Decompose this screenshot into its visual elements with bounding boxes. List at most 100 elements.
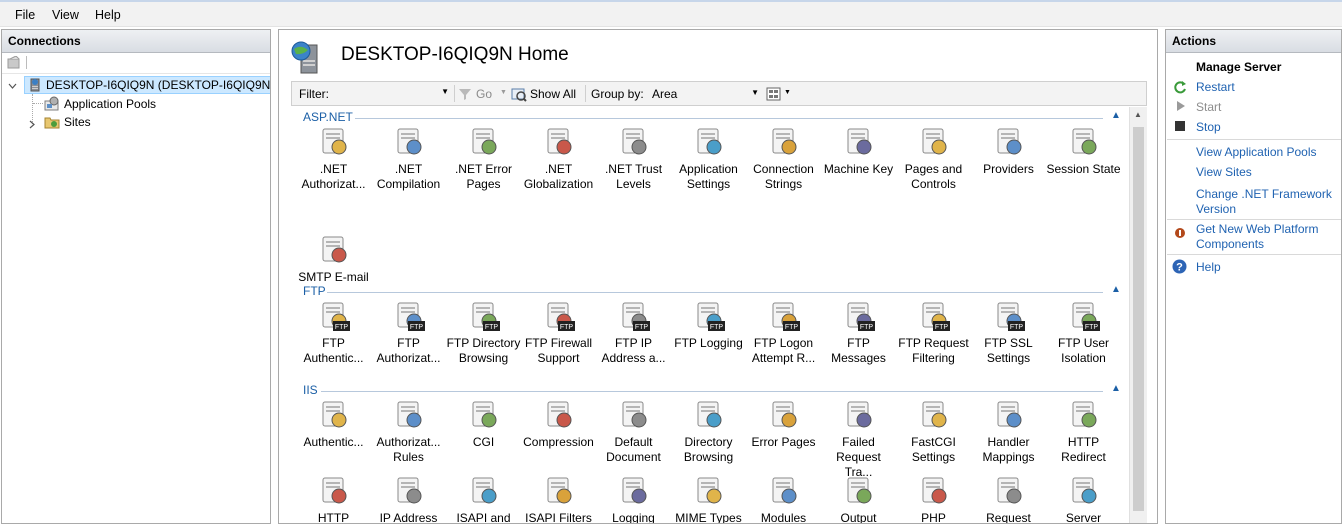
feature-ip-address[interactable]: IP Address — [371, 474, 446, 524]
page-title: DESKTOP-I6QIQ9N Home — [341, 44, 569, 65]
feature-handler-mappings[interactable]: Handler Mappings — [971, 398, 1046, 465]
feature-label: IP Address — [379, 511, 438, 524]
feature-ftp-authorization[interactable]: FTP FTP Authorizat... — [371, 299, 446, 366]
feature-label: FTP — [322, 336, 345, 350]
chevron-right-icon[interactable] — [28, 120, 37, 129]
directory-browsing-icon — [692, 398, 726, 432]
feature-providers[interactable]: Providers — [971, 125, 1046, 177]
feature-directory-browsing[interactable]: Directory Browsing — [671, 398, 746, 465]
feature-ftp-directory-browsing[interactable]: FTP FTP Directory Browsing — [446, 299, 521, 366]
feature-isapi-filters[interactable]: ISAPI Filters — [521, 474, 596, 523]
tree-server-node[interactable]: DESKTOP-I6QIQ9N (DESKTOP-I6QIQ9N\Sha — [24, 76, 270, 94]
isapi-cgi-restrictions-icon — [467, 474, 501, 508]
show-all-button[interactable]: Show All — [530, 87, 576, 101]
chevron-down-icon[interactable]: ▼ — [784, 89, 791, 96]
feature-ftp-ssl-settings[interactable]: FTP FTP SSL Settings — [971, 299, 1046, 366]
scrollbar-thumb[interactable] — [1133, 127, 1144, 511]
vertical-scrollbar[interactable]: ▲ — [1129, 107, 1147, 523]
feature-http-response-headers[interactable]: HTTP — [296, 474, 371, 523]
feature-pages-and-controls[interactable]: Pages and Controls — [896, 125, 971, 192]
feature-ftp-logging[interactable]: FTP FTP Logging — [671, 299, 746, 351]
feature-compression[interactable]: Compression — [521, 398, 596, 450]
chevron-down-icon[interactable]: ▼ — [751, 88, 759, 97]
feature-server-certificates[interactable]: Server — [1046, 474, 1121, 523]
feature-ftp-logon-attempt[interactable]: FTP FTP Logon Attempt R... — [746, 299, 821, 366]
svg-text:FTP: FTP — [634, 324, 648, 331]
chevron-down-icon[interactable] — [8, 82, 17, 91]
feature-net-compilation[interactable]: .NET Compilation — [371, 125, 446, 192]
feature-label: Filtering — [912, 351, 955, 365]
net-globalization-icon — [542, 125, 576, 159]
stop-link[interactable]: Stop — [1196, 120, 1221, 135]
group-by-select[interactable]: Area ▼ — [648, 85, 762, 102]
svg-text:FTP: FTP — [1084, 324, 1098, 331]
feature-failed-request-tracing[interactable]: Failed Request Tra... — [821, 398, 896, 480]
scroll-up-icon[interactable]: ▲ — [1134, 110, 1142, 119]
feature-default-document[interactable]: Default Document — [596, 398, 671, 465]
feature-cgi[interactable]: CGI — [446, 398, 521, 450]
restart-link[interactable]: Restart — [1196, 80, 1235, 95]
feature-php[interactable]: PHP — [896, 474, 971, 524]
go-button[interactable]: Go — [476, 87, 492, 101]
collapse-ftp-icon[interactable]: ▲ — [1111, 284, 1121, 295]
feature-machine-key[interactable]: Machine Key — [821, 125, 896, 177]
feature-net-error-pages[interactable]: .NET Error Pages — [446, 125, 521, 192]
view-icon[interactable] — [766, 86, 782, 102]
chevron-down-icon[interactable]: ▼ — [441, 87, 449, 96]
feature-net-globalization[interactable]: .NET Globalization — [521, 125, 596, 192]
start-link[interactable]: Start — [1196, 100, 1221, 115]
feature-label: PHP — [921, 511, 946, 524]
feature-ftp-firewall-support[interactable]: FTP FTP Firewall Support — [521, 299, 596, 366]
feature-logging[interactable]: Logging — [596, 474, 671, 523]
view-sites-link[interactable]: View Sites — [1196, 165, 1252, 180]
feature-label: Output — [840, 511, 877, 524]
feature-label: Address a... — [601, 351, 666, 365]
feature-net-trust-levels[interactable]: .NET Trust Levels — [596, 125, 671, 192]
feature-authentication[interactable]: Authentic... — [296, 398, 371, 450]
menu-file[interactable]: File — [15, 8, 35, 22]
feature-modules[interactable]: Modules — [746, 474, 821, 523]
feature-isapi-cgi-restrictions[interactable]: ISAPI and — [446, 474, 521, 523]
features-view: ASP.NET ▲ .NET Authorizat... .NET Compilati… — [291, 107, 1129, 524]
feature-ftp-ip-address[interactable]: FTP FTP IP Address a... — [596, 299, 671, 366]
change-framework-line2: Version — [1196, 202, 1237, 216]
feature-net-authorization[interactable]: .NET Authorizat... — [296, 125, 371, 192]
connect-icon[interactable] — [7, 56, 21, 70]
help-link[interactable]: Help — [1196, 260, 1221, 275]
change-framework-link[interactable]: Change .NET Framework Version — [1196, 187, 1332, 217]
feature-label: Strings — [764, 177, 803, 191]
feature-connection-strings[interactable]: Connection Strings — [746, 125, 821, 192]
sites-expander[interactable] — [28, 118, 37, 132]
menu-help[interactable]: Help — [95, 8, 121, 22]
feature-smtp-email[interactable]: SMTP E-mail — [296, 233, 371, 285]
feature-mime-types[interactable]: MIME Types — [671, 474, 746, 523]
view-app-pools-link[interactable]: View Application Pools — [1196, 145, 1317, 160]
collapse-iis-icon[interactable]: ▲ — [1111, 383, 1121, 394]
ftp-ssl-settings-icon: FTP — [992, 299, 1026, 333]
feature-ftp-messages[interactable]: FTP FTP Messages — [821, 299, 896, 366]
feature-authorization-rules[interactable]: Authorizat... Rules — [371, 398, 446, 465]
collapse-aspnet-icon[interactable]: ▲ — [1111, 110, 1121, 121]
ip-address-icon — [392, 474, 426, 508]
feature-label: CGI — [472, 435, 495, 449]
authentication-icon — [317, 398, 351, 432]
feature-http-redirect[interactable]: HTTP Redirect — [1046, 398, 1121, 465]
get-web-platform-link[interactable]: Get New Web Platform Components — [1196, 222, 1318, 252]
filter-input[interactable]: ▼ — [334, 85, 452, 102]
chevron-down-icon[interactable]: ▼ — [500, 89, 507, 96]
feature-ftp-request-filtering[interactable]: FTP FTP Request Filtering — [896, 299, 971, 366]
feature-error-pages[interactable]: Error Pages — [746, 398, 821, 450]
cgi-icon — [467, 398, 501, 432]
feature-label: Authorizat... — [301, 177, 366, 191]
feature-label: .NET Trust — [604, 162, 663, 176]
server-expander[interactable] — [8, 80, 17, 94]
feature-session-state[interactable]: Session State — [1046, 125, 1121, 177]
menu-view[interactable]: View — [52, 8, 79, 22]
feature-ftp-authentication[interactable]: FTP FTP Authentic... — [296, 299, 371, 366]
feature-fastcgi-settings[interactable]: FastCGI Settings — [896, 398, 971, 465]
mime-types-icon — [692, 474, 726, 508]
feature-output-caching[interactable]: Output — [821, 474, 896, 524]
feature-ftp-user-isolation[interactable]: FTP FTP User Isolation — [1046, 299, 1121, 366]
feature-application-settings[interactable]: Application Settings — [671, 125, 746, 192]
feature-request-filtering[interactable]: Request — [971, 474, 1046, 523]
